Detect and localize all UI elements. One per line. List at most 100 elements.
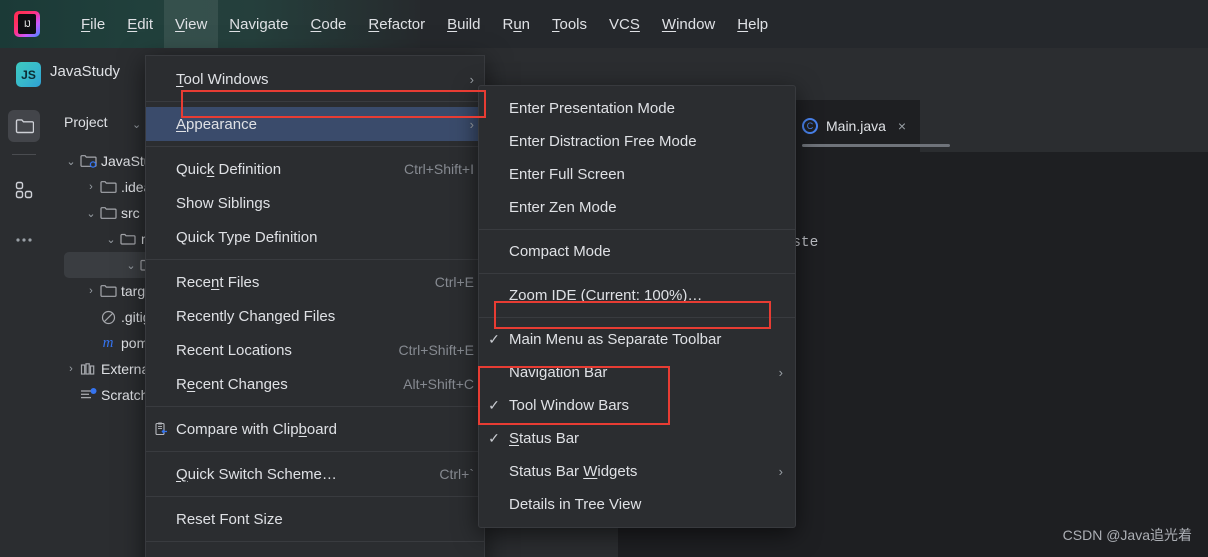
menu-item-recent-locations[interactable]: Recent LocationsCtrl+Shift+E bbox=[146, 333, 484, 367]
submenu-item-label: Status Bar bbox=[509, 430, 795, 447]
menu-build[interactable]: Build bbox=[436, 0, 491, 48]
external-libraries-icon bbox=[78, 356, 98, 382]
menu-item-recent-changes[interactable]: Recent ChangesAlt+Shift+C bbox=[146, 367, 484, 401]
menu-label: VCS bbox=[609, 16, 640, 33]
menu-label: Edit bbox=[127, 16, 153, 33]
intellij-idea-window: IJ FileEditViewNavigateCodeRefactorBuild… bbox=[0, 0, 1208, 557]
menu-label: Tools bbox=[552, 16, 587, 33]
menu-help[interactable]: Help bbox=[726, 0, 779, 48]
menu-item-shortcut: Ctrl+Shift+E bbox=[399, 342, 474, 358]
submenu-item-label: Compact Mode bbox=[509, 243, 795, 260]
close-icon[interactable]: × bbox=[898, 118, 906, 134]
submenu-item-details-in-tree-view[interactable]: Details in Tree View bbox=[479, 488, 795, 521]
chevron-down-icon[interactable]: ⌄ bbox=[104, 226, 118, 252]
submenu-item-label: Enter Presentation Mode bbox=[509, 100, 795, 117]
menu-items-container: File Edit View Navigate CodeRefactorBuildRun… bbox=[70, 0, 779, 48]
menu-separator bbox=[146, 451, 484, 452]
tab-main-java[interactable]: C Main.java × bbox=[788, 100, 920, 152]
menu-run[interactable]: Run bbox=[491, 0, 541, 48]
submenu-item-navigation-bar[interactable]: Navigation Bar› bbox=[479, 356, 795, 389]
menu-item-label: Quick Definition bbox=[176, 161, 388, 178]
menu-item-reset-font-size[interactable]: Reset Font Size bbox=[146, 502, 484, 536]
menu-edit[interactable]: Edit bbox=[116, 0, 164, 48]
chevron-right-icon[interactable]: › bbox=[84, 174, 98, 200]
menu-tools[interactable]: Tools bbox=[541, 0, 598, 48]
menu-window[interactable]: Window bbox=[651, 0, 726, 48]
menu-refactor[interactable]: Refactor bbox=[357, 0, 436, 48]
menu-item-bidi-text-base-direction[interactable]: Bidi Text Base Direction› bbox=[146, 547, 484, 557]
maven-icon: m bbox=[98, 330, 118, 356]
view-dropdown-menu: Tool Windows› Appearance› Quick Definition… bbox=[145, 55, 485, 557]
more-options-icon[interactable] bbox=[8, 224, 40, 256]
project-name-label[interactable]: JavaStudy bbox=[50, 63, 120, 80]
project-folder-icon[interactable] bbox=[8, 110, 40, 142]
menu-item-compare-with-clipboard[interactable]: Compare with Clipboard bbox=[146, 412, 484, 446]
menu-item-recently-changed-files[interactable]: Recently Changed Files bbox=[146, 299, 484, 333]
menu-item-label: Tool Windows bbox=[176, 71, 456, 88]
submenu-item-label: Details in Tree View bbox=[509, 496, 795, 513]
submenu-item-label: Zoom IDE (Current: 100%)… bbox=[509, 287, 795, 304]
submenu-item-label: Status Bar Widgets bbox=[509, 463, 779, 480]
submenu-separator bbox=[479, 317, 795, 318]
menu-item-label: Recently Changed Files bbox=[176, 308, 474, 325]
chevron-right-icon: › bbox=[779, 464, 783, 479]
module-folder-icon bbox=[78, 148, 98, 174]
main-menu-bar: IJ FileEditViewNavigateCodeRefactorBuild… bbox=[0, 0, 1208, 48]
appearance-submenu: Enter Presentation Mode Enter Distraction… bbox=[478, 85, 796, 528]
menu-item-appearance[interactable]: Appearance› bbox=[146, 107, 484, 141]
submenu-item-enter-distraction-free-mode[interactable]: Enter Distraction Free Mode bbox=[479, 125, 795, 158]
menu-navigate[interactable]: Navigate bbox=[218, 0, 299, 48]
menu-item-quick-definition[interactable]: Quick DefinitionCtrl+Shift+I bbox=[146, 152, 484, 186]
submenu-item-main-menu-as-separate-toolbar[interactable]: ✓Main Menu as Separate Toolbar bbox=[479, 323, 795, 356]
menu-item-recent-files[interactable]: Recent Files Ctrl+E bbox=[146, 265, 484, 299]
chevron-down-icon[interactable]: ⌄ bbox=[84, 200, 98, 226]
project-panel-title: Project bbox=[64, 114, 108, 130]
ignored-file-icon bbox=[98, 304, 118, 330]
submenu-item-zoom-ide-current-100[interactable]: Zoom IDE (Current: 100%)… bbox=[479, 279, 795, 312]
menu-view[interactable]: View bbox=[164, 0, 218, 48]
menu-label: Navigate bbox=[229, 16, 288, 33]
menu-item-tool-windows[interactable]: Tool Windows› bbox=[146, 62, 484, 96]
chevron-down-icon[interactable]: ⌄ bbox=[124, 252, 138, 278]
chevron-down-icon[interactable]: ⌄ bbox=[132, 118, 141, 131]
submenu-item-label: Navigation Bar bbox=[509, 364, 779, 381]
java-class-icon: C bbox=[802, 118, 818, 134]
tool-window-bar-left bbox=[0, 100, 48, 557]
compare-clipboard-icon bbox=[146, 422, 176, 437]
menu-item-quick-type-definition[interactable]: Quick Type Definition bbox=[146, 220, 484, 254]
tab-main-java-label: Main.java bbox=[826, 118, 886, 134]
submenu-item-enter-presentation-mode[interactable]: Enter Presentation Mode bbox=[479, 92, 795, 125]
menu-separator bbox=[146, 541, 484, 542]
menu-vcs[interactable]: VCS bbox=[598, 0, 651, 48]
submenu-item-enter-full-screen[interactable]: Enter Full Screen bbox=[479, 158, 795, 191]
menu-file[interactable]: File bbox=[70, 0, 116, 48]
menu-item-label: Recent Files bbox=[176, 274, 419, 291]
structure-icon[interactable] bbox=[8, 174, 40, 206]
menu-item-quick-switch-scheme[interactable]: Quick Switch Scheme…Ctrl+` bbox=[146, 457, 484, 491]
submenu-item-status-bar-widgets[interactable]: Status Bar Widgets› bbox=[479, 455, 795, 488]
submenu-item-enter-zen-mode[interactable]: Enter Zen Mode bbox=[479, 191, 795, 224]
menu-separator bbox=[146, 101, 484, 102]
package-icon bbox=[118, 226, 138, 252]
checkmark-icon: ✓ bbox=[479, 331, 509, 348]
menu-item-shortcut: Ctrl+E bbox=[435, 274, 474, 290]
project-badge-icon: JS bbox=[16, 62, 41, 87]
chevron-right-icon: › bbox=[779, 365, 783, 380]
chevron-right-icon[interactable]: › bbox=[64, 356, 78, 382]
menu-code[interactable]: Code bbox=[300, 0, 358, 48]
chevron-right-icon[interactable]: › bbox=[84, 278, 98, 304]
menu-label: File bbox=[81, 16, 105, 33]
menu-separator bbox=[146, 496, 484, 497]
submenu-item-tool-window-bars[interactable]: ✓Tool Window Bars bbox=[479, 389, 795, 422]
submenu-separator bbox=[479, 273, 795, 274]
submenu-item-label: Enter Full Screen bbox=[509, 166, 795, 183]
menu-label: Window bbox=[662, 16, 715, 33]
menu-item-label: Recent Changes bbox=[176, 376, 387, 393]
submenu-item-compact-mode[interactable]: Compact Mode bbox=[479, 235, 795, 268]
chevron-down-icon[interactable]: ⌄ bbox=[64, 148, 78, 174]
submenu-item-label: Tool Window Bars bbox=[509, 397, 795, 414]
submenu-item-status-bar[interactable]: ✓Status Bar bbox=[479, 422, 795, 455]
submenu-separator bbox=[479, 229, 795, 230]
menu-item-label: Show Siblings bbox=[176, 195, 474, 212]
menu-item-show-siblings[interactable]: Show Siblings bbox=[146, 186, 484, 220]
